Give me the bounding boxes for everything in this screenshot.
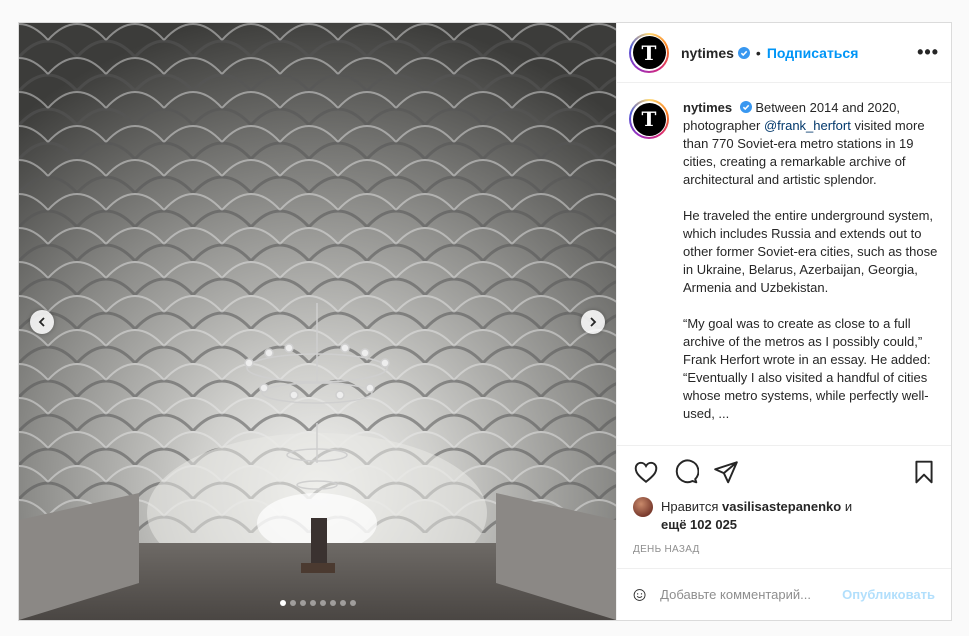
nyt-logo-icon: T: [632, 102, 666, 136]
carousel-dot: [329, 600, 336, 606]
caption-paragraph: “My goal was to create as close to a ful…: [683, 316, 931, 421]
more-options-icon[interactable]: •••: [917, 42, 939, 63]
smile-icon[interactable]: [633, 583, 646, 607]
caption-username[interactable]: nytimes: [683, 100, 732, 115]
avatar[interactable]: T: [629, 99, 669, 139]
action-bar: [617, 446, 951, 498]
chevron-left-icon: [38, 317, 45, 327]
carousel-dot: [309, 600, 316, 606]
post-caption: nytimes Between 2014 and 2020, photograp…: [683, 99, 938, 441]
publish-button[interactable]: Опубликовать: [842, 587, 935, 602]
nyt-logo-icon: T: [632, 36, 666, 69]
instagram-post: T nytimes • Подписаться ••• T nytimes Be…: [18, 22, 952, 621]
next-image-button[interactable]: [581, 310, 605, 334]
likes-and: и: [841, 499, 853, 514]
username-link[interactable]: nytimes: [681, 45, 734, 61]
separator-bullet: •: [755, 44, 761, 61]
carousel-dot: [339, 600, 346, 606]
avatar[interactable]: [633, 497, 653, 517]
carousel-dot: [299, 600, 306, 606]
liker-username-link[interactable]: vasilisastepanenko: [722, 499, 841, 514]
carousel-dot: [279, 600, 286, 606]
post-media: [19, 23, 616, 620]
avatar[interactable]: T: [629, 32, 669, 73]
paper-plane-icon[interactable]: [713, 459, 739, 485]
follow-button[interactable]: Подписаться: [767, 45, 859, 61]
heart-icon[interactable]: [633, 459, 659, 485]
mention-link[interactable]: @frank_herfort: [764, 118, 851, 133]
post-timestamp[interactable]: ДЕНЬ НАЗАД: [617, 534, 951, 568]
verified-badge-icon: [739, 101, 752, 113]
metro-station-photo: [19, 23, 616, 620]
post-header: T nytimes • Подписаться •••: [617, 23, 951, 83]
likes-prefix: Нравится: [661, 499, 722, 514]
caption-paragraph: He traveled the entire underground syste…: [683, 208, 938, 295]
comments-area[interactable]: T nytimes Between 2014 and 2020, photogr…: [617, 83, 951, 446]
chevron-right-icon: [590, 317, 597, 327]
verified-badge-icon: [737, 46, 750, 59]
bookmark-icon[interactable]: [911, 459, 937, 485]
carousel-dot: [319, 600, 326, 606]
post-sidebar: T nytimes • Подписаться ••• T nytimes Be…: [616, 23, 951, 620]
carousel-dot: [289, 600, 296, 606]
likes-summary: Нравится vasilisastepanenko и ещё 102 02…: [617, 497, 951, 534]
carousel-dot: [349, 600, 356, 606]
previous-image-button[interactable]: [30, 310, 54, 334]
caption-row: T nytimes Between 2014 and 2020, photogr…: [629, 99, 939, 441]
comment-icon[interactable]: [673, 459, 699, 485]
carousel-indicator: [19, 600, 616, 606]
comment-input[interactable]: [660, 587, 837, 602]
comment-form: Опубликовать: [617, 568, 951, 620]
likes-count-link[interactable]: ещё 102 025: [661, 517, 737, 532]
